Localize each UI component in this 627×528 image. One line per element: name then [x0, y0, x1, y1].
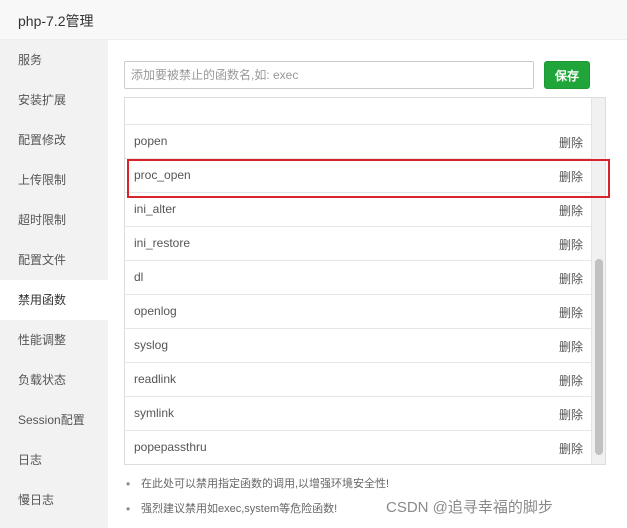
delete-link[interactable]: 删除 — [559, 134, 583, 151]
delete-link[interactable]: 删除 — [559, 168, 583, 185]
function-name: popepassthru — [134, 440, 207, 454]
list-item: popen 删除 — [125, 124, 605, 158]
list-item: ini_restore 删除 — [125, 226, 605, 260]
list-item: syslog 删除 — [125, 328, 605, 362]
sidebar-item-install-extension[interactable]: 安装扩展 — [0, 80, 108, 120]
sidebar-item-performance[interactable]: 性能调整 — [0, 320, 108, 360]
delete-link[interactable]: 删除 — [559, 440, 583, 457]
list-item: proc_open 删除 — [125, 158, 605, 192]
sidebar-item-disabled-functions[interactable]: 禁用函数 — [0, 280, 108, 320]
sidebar: 服务 安装扩展 配置修改 上传限制 超时限制 配置文件 禁用函数 性能调整 负载… — [0, 40, 108, 528]
sidebar-item-config-file[interactable]: 配置文件 — [0, 240, 108, 280]
sidebar-item-config-edit[interactable]: 配置修改 — [0, 120, 108, 160]
function-name: popen — [134, 134, 168, 148]
main-panel: 保存 popen 删除 proc_open 删除 ini_alter 删除 in… — [108, 40, 627, 528]
function-name: openlog — [134, 304, 177, 318]
function-name-input[interactable] — [124, 61, 534, 89]
sidebar-item-slow-log[interactable]: 慢日志 — [0, 480, 108, 520]
delete-link[interactable]: 删除 — [559, 202, 583, 219]
delete-link[interactable]: 删除 — [559, 236, 583, 253]
function-name: symlink — [134, 406, 175, 420]
list-top-spacer — [125, 98, 605, 124]
function-name: ini_restore — [134, 236, 191, 250]
watermark: CSDN @追寻幸福的脚步 — [386, 499, 553, 516]
list-scrollbar[interactable] — [591, 98, 605, 464]
tip-item: 在此处可以禁用指定函数的调用,以增强环境安全性! — [124, 472, 604, 497]
list-item: ini_alter 删除 — [125, 192, 605, 226]
delete-link[interactable]: 删除 — [559, 270, 583, 287]
sidebar-item-timeout-limit[interactable]: 超时限制 — [0, 200, 108, 240]
delete-link[interactable]: 删除 — [559, 406, 583, 423]
function-name: syslog — [134, 338, 169, 352]
list-item: symlink 删除 — [125, 396, 605, 430]
delete-link[interactable]: 删除 — [559, 372, 583, 389]
sidebar-item-service[interactable]: 服务 — [0, 40, 108, 80]
sidebar-item-session-config[interactable]: Session配置 — [0, 400, 108, 440]
sidebar-item-upload-limit[interactable]: 上传限制 — [0, 160, 108, 200]
list-item: dl 删除 — [125, 260, 605, 294]
delete-link[interactable]: 删除 — [559, 304, 583, 321]
function-name: readlink — [134, 372, 177, 386]
sidebar-item-log[interactable]: 日志 — [0, 440, 108, 480]
sidebar-item-load-status[interactable]: 负载状态 — [0, 360, 108, 400]
delete-link[interactable]: 删除 — [559, 338, 583, 355]
function-name: proc_open — [134, 168, 191, 182]
save-button[interactable]: 保存 — [544, 61, 590, 89]
function-name: ini_alter — [134, 202, 177, 216]
title-bar: php-7.2管理 — [0, 0, 627, 40]
function-name: dl — [134, 270, 144, 284]
scrollbar-thumb[interactable] — [595, 259, 603, 455]
list-item: openlog 删除 — [125, 294, 605, 328]
list-item: popepassthru 删除 — [125, 430, 605, 464]
window-title: php-7.2管理 — [18, 13, 94, 29]
disabled-function-list: popen 删除 proc_open 删除 ini_alter 删除 ini_r… — [124, 97, 606, 465]
list-item: readlink 删除 — [125, 362, 605, 396]
